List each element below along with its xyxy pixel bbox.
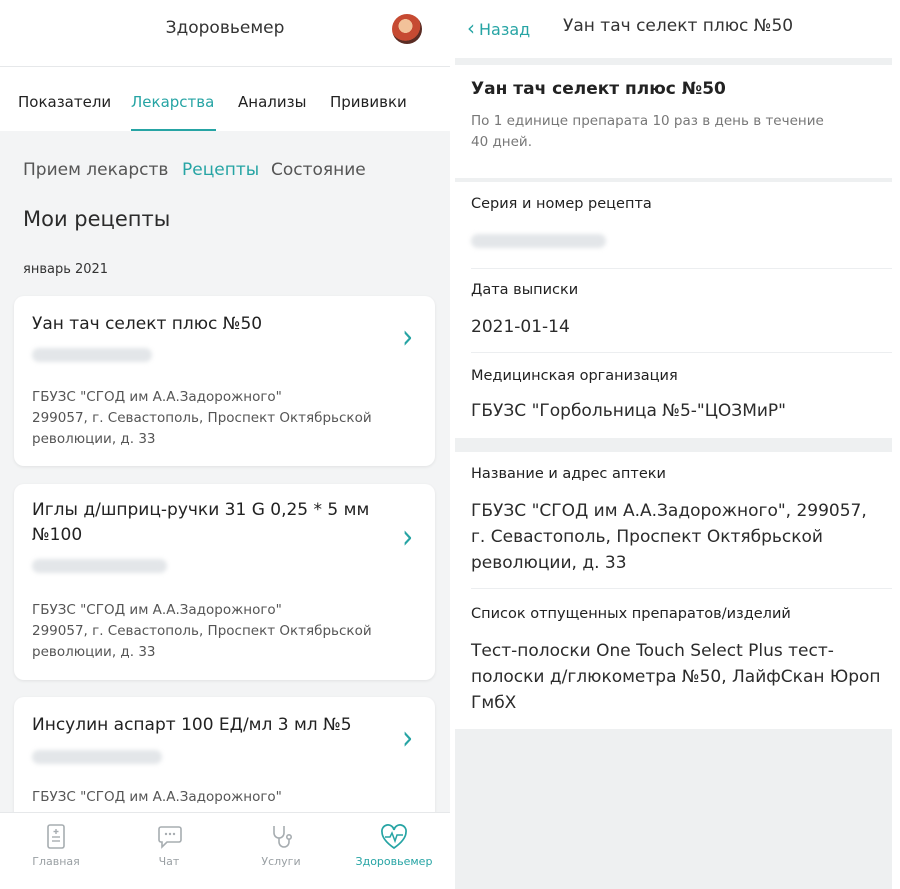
- redacted-number: [32, 559, 167, 573]
- month-label: январь 2021: [23, 262, 109, 277]
- nav-label: Чат: [158, 855, 180, 868]
- chevron-right-icon: ›: [402, 316, 414, 357]
- prescription-title: Уан тач селект плюс №50: [32, 314, 263, 334]
- section-title: Мои рецепты: [23, 207, 171, 231]
- back-button[interactable]: ‹ Назад: [467, 16, 530, 40]
- product-dosage: По 1 единице препарата 10 раз в день в т…: [471, 113, 824, 150]
- redacted-number: [471, 234, 606, 248]
- org-value: ГБУЗС "Горбольница №5-"ЦОЗМиР": [471, 401, 786, 421]
- product-block: Уан тач селект плюс №50 По 1 единице пре…: [455, 65, 892, 178]
- divider: [471, 352, 892, 353]
- product-name: Уан тач селект плюс №50: [471, 79, 726, 99]
- divider: [471, 588, 892, 589]
- tab-vaccinations[interactable]: Прививки: [330, 93, 407, 111]
- pharmacy-block: Название и адрес аптеки ГБУЗС "СГОД им А…: [455, 452, 892, 729]
- tab-analyses[interactable]: Анализы: [238, 93, 306, 111]
- prescription-address: ГБУЗС "СГОД им А.А.Задорожного" 299057, …: [32, 602, 372, 660]
- chevron-right-icon: ›: [402, 717, 414, 758]
- prescription-card[interactable]: Иглы д/шприц-ручки 31 G 0,25 * 5 мм №100…: [14, 484, 435, 680]
- nav-services[interactable]: Услуги: [225, 813, 337, 889]
- back-label: Назад: [479, 20, 531, 39]
- redacted-number: [32, 750, 162, 764]
- chevron-left-icon: ‹: [467, 16, 475, 40]
- prescription-title: Инсулин аспарт 100 ЕД/мл 3 мл №5: [32, 715, 352, 735]
- redacted-number: [32, 348, 152, 362]
- prescription-card[interactable]: Уан тач селект плюс №50 ГБУЗС "СГОД им А…: [14, 296, 435, 466]
- tab-medicines[interactable]: Лекарства: [131, 93, 214, 111]
- subtab-prescriptions[interactable]: Рецепты: [182, 160, 259, 180]
- divider: [471, 268, 892, 269]
- series-label: Серия и номер рецепта: [471, 196, 652, 212]
- tab-indicators[interactable]: Показатели: [18, 93, 111, 111]
- detail-title: Уан тач селект плюс №50: [563, 16, 794, 36]
- date-label: Дата выписки: [471, 282, 579, 298]
- app-header: Здоровьемер: [0, 0, 450, 67]
- nav-chat[interactable]: Чат: [113, 813, 225, 889]
- pharmacy-label: Название и адрес аптеки: [471, 466, 666, 482]
- nav-label: Главная: [32, 855, 80, 868]
- chat-icon: [158, 826, 182, 849]
- nav-health-meter[interactable]: Здоровьемер: [338, 813, 450, 889]
- main-tabs: Показатели Лекарства Анализы Прививки: [0, 67, 450, 131]
- stethoscope-icon: [273, 826, 292, 848]
- nav-label: Здоровьемер: [355, 855, 433, 868]
- app-title: Здоровьемер: [165, 18, 285, 38]
- avatar[interactable]: [392, 14, 422, 44]
- bottom-nav: Главная Чат Услуги Здоровьемер: [0, 812, 450, 889]
- dispensed-label: Список отпущенных препаратов/изделий: [471, 606, 791, 622]
- prescription-detail-screen: ‹ Назад Уан тач селект плюс №50 Уан тач с…: [455, 0, 892, 889]
- active-tab-indicator: [131, 129, 216, 131]
- chevron-right-icon: ›: [402, 516, 414, 557]
- document-icon: [47, 824, 65, 849]
- heart-pulse-icon: [381, 824, 407, 850]
- prescription-address: ГБУЗС "СГОД им А.А.Задорожного" 299057, …: [32, 389, 372, 447]
- subtab-condition[interactable]: Состояние: [271, 160, 366, 180]
- prescription-title: Иглы д/шприц-ручки 31 G 0,25 * 5 мм №100: [32, 500, 370, 545]
- detail-header: ‹ Назад Уан тач селект плюс №50: [455, 0, 892, 58]
- prescription-card[interactable]: Инсулин аспарт 100 ЕД/мл 3 мл №5 ГБУЗС "…: [14, 697, 435, 827]
- details-block: Серия и номер рецепта Дата выписки 2021-…: [455, 182, 892, 438]
- org-label: Медицинская организация: [471, 368, 678, 384]
- nav-label: Услуги: [261, 855, 301, 868]
- dispensed-value: Тест-полоски One Touch Select Plus тест-…: [471, 641, 881, 713]
- date-value: 2021-01-14: [471, 317, 570, 337]
- pharmacy-value: ГБУЗС "СГОД им А.А.Задорожного", 299057,…: [471, 501, 867, 573]
- nav-home[interactable]: Главная: [0, 813, 112, 889]
- subtab-medication-intake[interactable]: Прием лекарств: [23, 160, 168, 180]
- prescription-address: ГБУЗС "СГОД им А.А.Задорожного": [32, 789, 282, 805]
- recipes-screen: Здоровьемер Показатели Лекарства Анализы…: [0, 0, 450, 889]
